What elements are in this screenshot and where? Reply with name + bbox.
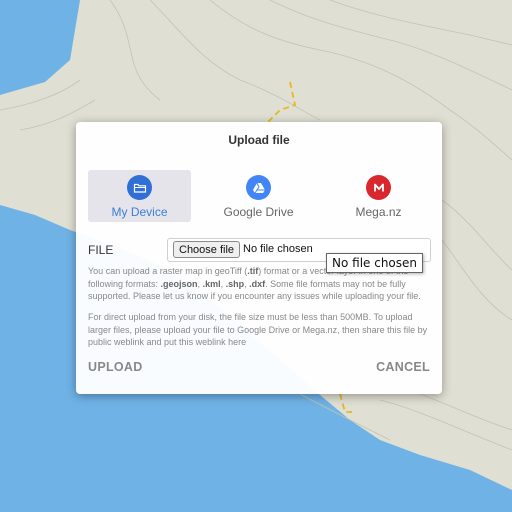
source-label: Mega.nz <box>355 205 402 219</box>
cancel-button[interactable]: CANCEL <box>376 360 430 374</box>
dialog-title: Upload file <box>228 133 290 147</box>
mega-icon <box>366 175 391 200</box>
size-info-text: For direct upload from your disk, the fi… <box>88 312 428 347</box>
folder-icon <box>127 175 152 200</box>
source-tab-my-device[interactable]: My Device <box>88 170 191 222</box>
file-tooltip: No file chosen <box>326 253 424 273</box>
source-tab-google-drive[interactable]: Google Drive <box>207 170 310 222</box>
source-label: Google Drive <box>223 205 294 219</box>
upload-file-dialog: Upload file My Device Google Drive Mega.… <box>76 122 442 394</box>
upload-button[interactable]: UPLOAD <box>88 360 143 374</box>
file-label: FILE <box>88 243 114 257</box>
file-status: No file chosen <box>243 243 313 255</box>
source-tab-mega[interactable]: Mega.nz <box>327 170 430 222</box>
source-label: My Device <box>111 205 168 219</box>
choose-file-button[interactable]: Choose file <box>173 241 241 258</box>
google-drive-icon <box>246 175 271 200</box>
